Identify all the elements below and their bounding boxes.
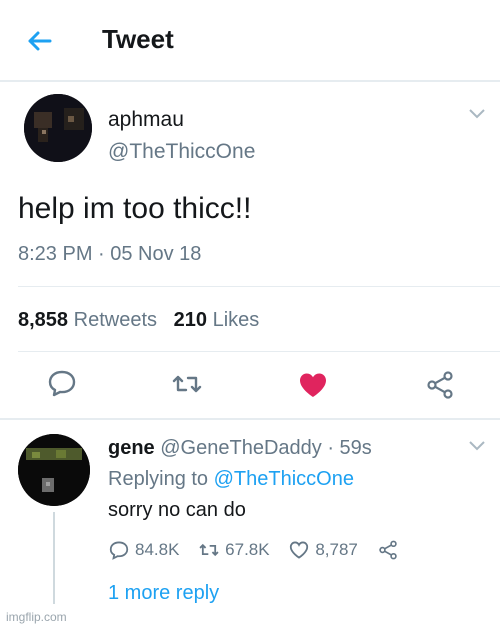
- replying-prefix: Replying to: [108, 468, 209, 490]
- reply-retweet-count: 67.8K: [225, 540, 270, 559]
- reply-time: · 59s: [327, 437, 372, 459]
- retweets-stat[interactable]: 8,858 Retweets: [18, 309, 157, 331]
- avatar-image: [24, 94, 92, 162]
- reply-header: gene @GeneTheDaddy · 59s: [108, 437, 372, 460]
- top-bar: Tweet: [0, 0, 500, 80]
- chevron-down-icon[interactable]: [468, 440, 486, 452]
- reply-comment-count: 84.8K: [135, 540, 180, 559]
- reply-comment-action[interactable]: 84.8K: [108, 539, 179, 561]
- likes-label: Likes: [212, 309, 260, 331]
- divider: [0, 418, 500, 420]
- reply-like-action[interactable]: 8,787: [288, 539, 358, 561]
- watermark: imgflip.com: [6, 610, 67, 624]
- comment-icon[interactable]: [46, 367, 78, 399]
- retweets-count: 8,858: [18, 309, 69, 331]
- share-icon[interactable]: [424, 369, 456, 401]
- tweet-text: help im too thicc!!: [18, 192, 252, 225]
- replying-to: Replying to @TheThiccOne: [108, 468, 354, 491]
- divider: [18, 351, 500, 352]
- heart-outline-icon: [290, 541, 309, 559]
- retweet-icon: [199, 543, 219, 557]
- author-name[interactable]: aphmau: [108, 108, 184, 132]
- reply-avatar-image: [18, 434, 90, 506]
- retweets-label: Retweets: [73, 309, 157, 331]
- heart-filled-icon[interactable]: [297, 369, 329, 401]
- reply-share-action[interactable]: [377, 539, 404, 561]
- author-handle[interactable]: @TheThiccOne: [108, 140, 255, 164]
- page-title: Tweet: [102, 24, 174, 54]
- divider: [0, 80, 500, 82]
- thread-line: [53, 512, 55, 604]
- back-arrow-icon[interactable]: [22, 24, 56, 58]
- reply-author-handle[interactable]: @GeneTheDaddy: [160, 437, 322, 459]
- comment-icon: [109, 541, 129, 560]
- reply-retweet-action[interactable]: 67.8K: [198, 539, 270, 561]
- reply-author-name[interactable]: gene: [108, 437, 155, 459]
- retweet-icon[interactable]: [171, 368, 203, 400]
- more-replies-link[interactable]: 1 more reply: [108, 582, 219, 605]
- divider: [18, 286, 500, 287]
- tweet-timestamp: 8:23 PM · 05 Nov 18: [18, 243, 202, 265]
- reply-like-count: 8,787: [315, 540, 358, 559]
- reply-text: sorry no can do: [108, 499, 246, 521]
- share-icon: [378, 540, 397, 560]
- chevron-down-icon[interactable]: [468, 108, 486, 120]
- likes-count: 210: [173, 309, 208, 331]
- replying-to-link[interactable]: @TheThiccOne: [214, 468, 354, 490]
- avatar[interactable]: [24, 94, 92, 162]
- tweet-stats: 8,858 Retweets 210 Likes: [18, 309, 259, 332]
- reply-actions: 84.8K 67.8K 8,787: [108, 539, 418, 561]
- reply-avatar[interactable]: [18, 434, 90, 506]
- likes-stat[interactable]: 210 Likes: [174, 309, 260, 331]
